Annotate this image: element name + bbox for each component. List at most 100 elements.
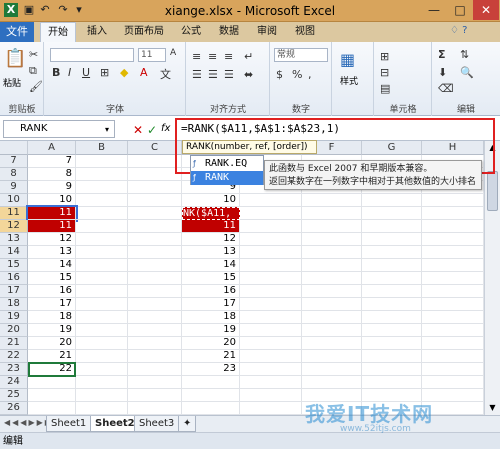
row-header[interactable]: 22 [0, 350, 28, 363]
cell[interactable] [302, 272, 362, 285]
row-header[interactable]: 7 [0, 155, 28, 168]
cell[interactable] [422, 324, 484, 337]
cell[interactable] [240, 233, 302, 246]
cell[interactable] [362, 220, 422, 233]
cell[interactable] [76, 402, 128, 415]
cell[interactable]: 19 [28, 324, 76, 337]
fill-color-icon[interactable]: ◆ [120, 66, 128, 79]
cell[interactable] [76, 181, 128, 194]
tab-home[interactable]: 开始 [40, 22, 76, 42]
cell[interactable] [302, 259, 362, 272]
cell[interactable] [302, 220, 362, 233]
tab-review[interactable]: 审阅 [250, 22, 284, 42]
cell[interactable]: 9 [28, 181, 76, 194]
cell[interactable] [422, 233, 484, 246]
align-left-icon[interactable]: ☰ [192, 68, 202, 81]
paste-label[interactable]: 粘贴 [3, 76, 21, 89]
vertical-scrollbar[interactable]: ▲ ▼ [484, 141, 500, 415]
cell[interactable]: 15 [28, 272, 76, 285]
cell[interactable] [76, 220, 128, 233]
cell[interactable] [240, 272, 302, 285]
styles-icon[interactable]: ▦ [340, 50, 355, 69]
cell[interactable] [422, 246, 484, 259]
underline-icon[interactable]: U [82, 66, 90, 79]
cell[interactable] [422, 311, 484, 324]
insert-sheet-icon[interactable]: ✦ [178, 416, 196, 432]
tab-formulas[interactable]: 公式 [174, 22, 208, 42]
save-icon[interactable]: ▣ [22, 3, 36, 17]
sort-filter-icon[interactable]: ⇅ [460, 48, 469, 61]
cell[interactable]: 11 [28, 220, 76, 233]
cell[interactable] [422, 285, 484, 298]
row-header[interactable]: 19 [0, 311, 28, 324]
tab-file[interactable]: 文件 [0, 22, 34, 42]
cell[interactable] [240, 389, 302, 402]
cell[interactable] [128, 233, 182, 246]
sheet-tab-sheet1[interactable]: Sheet1 [46, 416, 92, 432]
cell[interactable] [362, 337, 422, 350]
cell[interactable] [76, 285, 128, 298]
cell[interactable]: 16 [28, 285, 76, 298]
cell[interactable] [128, 337, 182, 350]
row-header[interactable]: 14 [0, 246, 28, 259]
cell[interactable] [182, 376, 240, 389]
cell[interactable] [28, 402, 76, 415]
cell[interactable] [422, 363, 484, 376]
cell[interactable]: 14 [28, 259, 76, 272]
cell[interactable]: 7 [28, 155, 76, 168]
cell[interactable] [422, 298, 484, 311]
cell[interactable] [128, 363, 182, 376]
cell[interactable] [362, 350, 422, 363]
cell[interactable]: 10 [28, 194, 76, 207]
row-header[interactable]: 15 [0, 259, 28, 272]
cell[interactable] [128, 259, 182, 272]
align-bottom-icon[interactable]: ≡ [224, 50, 233, 63]
cell[interactable] [362, 246, 422, 259]
paste-icon[interactable]: 📋 [4, 48, 26, 74]
cell[interactable] [422, 376, 484, 389]
cell[interactable] [362, 311, 422, 324]
font-size-box[interactable]: 11 [138, 48, 166, 62]
format-cells-icon[interactable]: ▤ [380, 82, 390, 95]
cell[interactable] [302, 207, 362, 220]
row-header[interactable]: 25 [0, 389, 28, 402]
cell[interactable]: 12 [28, 233, 76, 246]
cell[interactable] [76, 272, 128, 285]
align-right-icon[interactable]: ☰ [224, 68, 234, 81]
cell[interactable]: 10 [182, 194, 240, 207]
row-header[interactable]: 8 [0, 168, 28, 181]
cell[interactable] [128, 194, 182, 207]
cell[interactable]: 17 [28, 298, 76, 311]
cell[interactable] [362, 194, 422, 207]
align-middle-icon[interactable]: ≡ [208, 50, 217, 63]
sheet-tab-sheet3[interactable]: Sheet3 [134, 416, 180, 432]
cell[interactable] [302, 324, 362, 337]
cell[interactable] [240, 285, 302, 298]
undo-icon[interactable]: ↶ [38, 3, 52, 17]
cell[interactable] [128, 389, 182, 402]
redo-icon[interactable]: ↷ [56, 3, 70, 17]
cell[interactable] [240, 298, 302, 311]
cell[interactable]: 12 [182, 233, 240, 246]
cell[interactable] [422, 337, 484, 350]
cell[interactable] [128, 246, 182, 259]
find-select-icon[interactable]: 🔍 [460, 66, 474, 79]
column-header-c[interactable]: C [128, 141, 182, 155]
cell[interactable] [76, 337, 128, 350]
cell[interactable]: 19 [182, 324, 240, 337]
cell[interactable] [76, 363, 128, 376]
cell[interactable]: 18 [28, 311, 76, 324]
cell[interactable] [362, 233, 422, 246]
cell[interactable] [362, 324, 422, 337]
cell[interactable]: 16 [182, 285, 240, 298]
cell[interactable] [362, 298, 422, 311]
cell[interactable] [128, 272, 182, 285]
italic-icon[interactable]: I [68, 66, 71, 79]
grow-font-icon[interactable]: A [170, 48, 176, 58]
scrollbar-thumb[interactable] [487, 171, 498, 211]
minimize-button[interactable]: — [421, 0, 447, 20]
cut-icon[interactable]: ✂ [29, 48, 38, 61]
cell[interactable] [76, 311, 128, 324]
cell[interactable] [302, 363, 362, 376]
row-header[interactable]: 20 [0, 324, 28, 337]
